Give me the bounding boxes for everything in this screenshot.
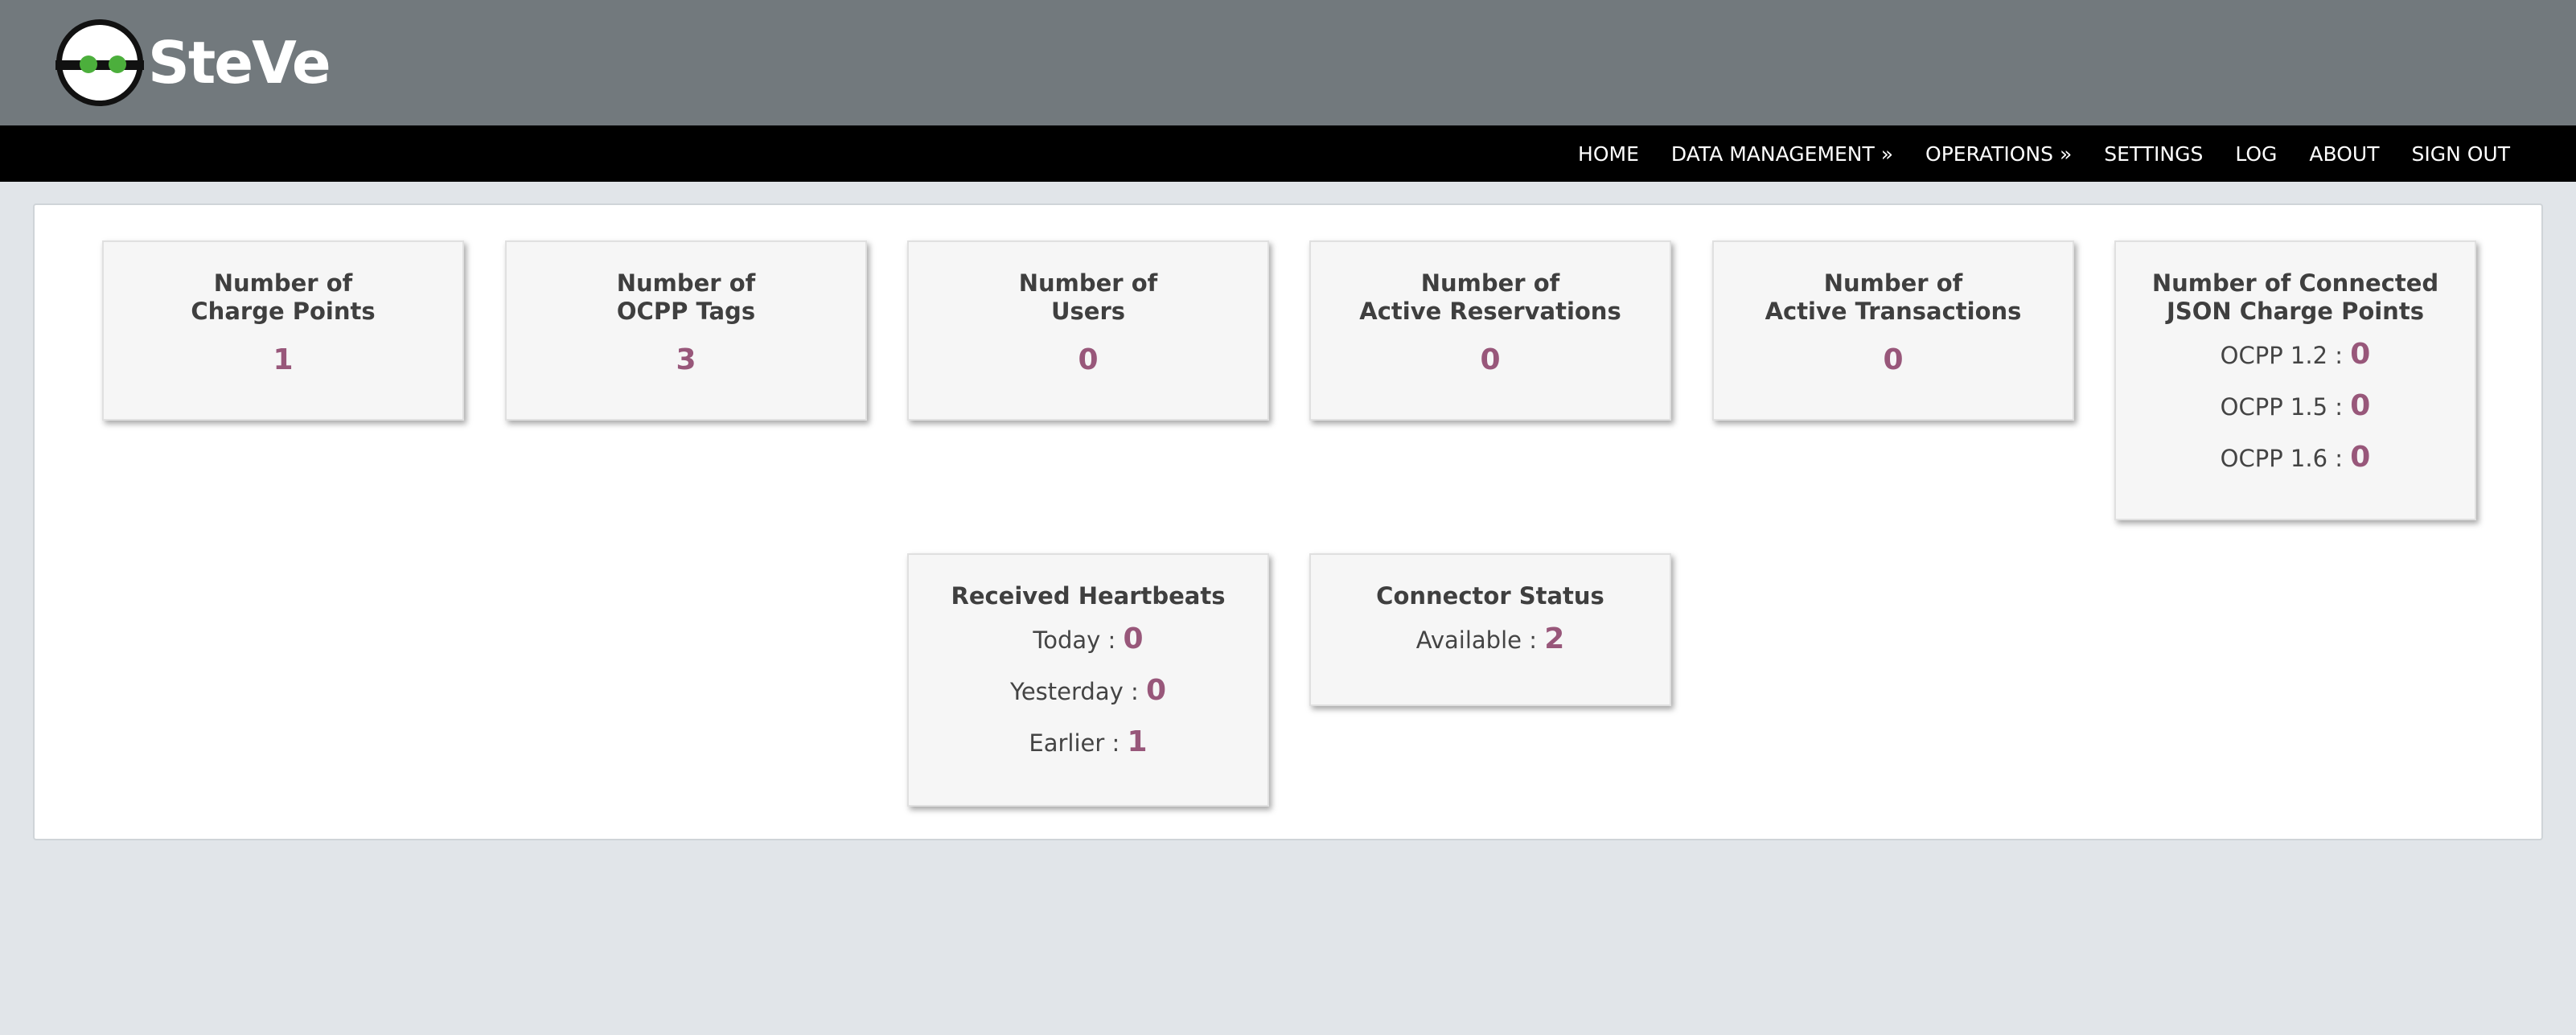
navbar: HOME DATA MANAGEMENT » OPERATIONS » SETT… (0, 125, 2576, 182)
ocpp-tags-count: 3 (676, 343, 696, 376)
tile-title: Number of Active Transactions (1765, 269, 2022, 325)
tile-ocpp-tags[interactable]: Number of OCPP Tags 3 (505, 240, 867, 421)
list-item: OCPP 1.5 : 0 (2220, 389, 2371, 422)
reservations-count: 0 (1480, 343, 1501, 376)
nav-sign-out[interactable]: SIGN OUT (2411, 142, 2510, 166)
tile-title: Received Heartbeats (951, 582, 1226, 610)
ocpp-version-list: OCPP 1.2 : 0 OCPP 1.5 : 0 OCPP 1.6 : 0 (2116, 340, 2475, 473)
nav-operations[interactable]: OPERATIONS » (1925, 142, 2072, 166)
nav-log[interactable]: LOG (2235, 142, 2277, 166)
logo-text: SteVe (148, 29, 331, 97)
nav-home[interactable]: HOME (1578, 142, 1639, 166)
dashboard-content: Number of Charge Points 1 Number of OCPP… (33, 203, 2543, 840)
tile-title: Number of OCPP Tags (616, 269, 756, 325)
steve-logo[interactable]: SteVe (55, 14, 331, 111)
tile-active-transactions[interactable]: Number of Active Transactions 0 (1712, 240, 2074, 421)
users-count: 0 (1078, 343, 1099, 376)
transactions-count: 0 (1883, 343, 1904, 376)
tile-title: Number of Users (1018, 269, 1158, 325)
heartbeat-list: Today : 0 Yesterday : 0 Earlier : 1 (909, 625, 1267, 758)
list-item: Earlier : 1 (1029, 725, 1148, 758)
list-item: Available : 2 (1415, 622, 1565, 655)
list-item: Today : 0 (1033, 622, 1144, 655)
list-item: OCPP 1.2 : 0 (2220, 338, 2371, 371)
tile-users[interactable]: Number of Users 0 (907, 240, 1269, 421)
tile-active-reservations[interactable]: Number of Active Reservations 0 (1309, 240, 1671, 421)
tile-connected-json-charge-points[interactable]: Number of Connected JSON Charge Points O… (2114, 240, 2476, 520)
nav-data-management[interactable]: DATA MANAGEMENT » (1671, 142, 1893, 166)
nav-settings[interactable]: SETTINGS (2104, 142, 2203, 166)
tile-title: Connector Status (1376, 582, 1604, 610)
tile-title: Number of Charge Points (191, 269, 376, 325)
list-item: OCPP 1.6 : 0 (2220, 441, 2371, 474)
header: SteVe (0, 0, 2576, 125)
tile-title: Number of Active Reservations (1359, 269, 1621, 325)
charge-points-count: 1 (273, 343, 294, 376)
steve-robot-head-icon (55, 19, 144, 106)
tile-connector-status[interactable]: Connector Status Available : 2 (1309, 553, 1671, 706)
list-item: Yesterday : 0 (1009, 674, 1167, 707)
tile-charge-points[interactable]: Number of Charge Points 1 (102, 240, 464, 421)
nav-about[interactable]: ABOUT (2309, 142, 2379, 166)
main-nav: HOME DATA MANAGEMENT » OPERATIONS » SETT… (1546, 125, 2510, 182)
tile-received-heartbeats[interactable]: Received Heartbeats Today : 0 Yesterday … (907, 553, 1269, 807)
connector-status-list: Available : 2 (1311, 625, 1670, 655)
tile-title: Number of Connected JSON Charge Points (2151, 269, 2439, 325)
